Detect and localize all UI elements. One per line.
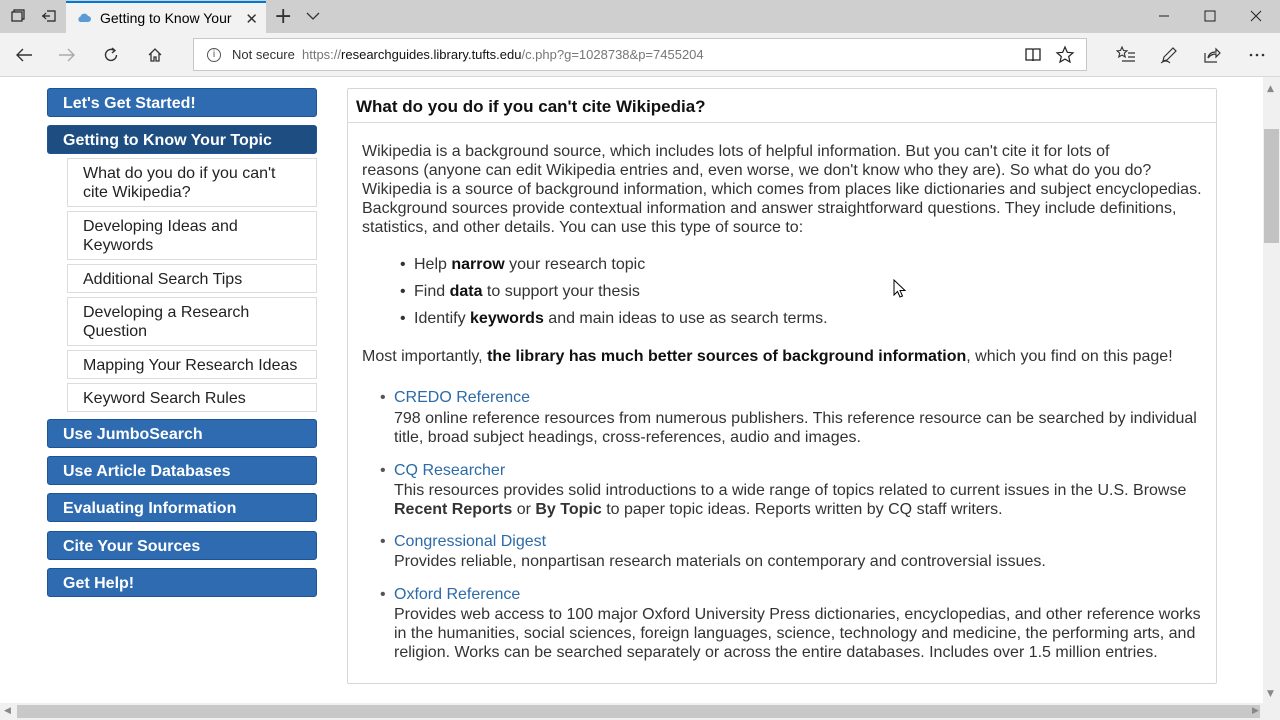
sidebar-item-getting-to-know-your-topic[interactable]: Getting to Know Your Topic <box>47 125 317 154</box>
intro-paragraph: Wikipedia is a background source, which … <box>362 143 1202 236</box>
oxford-reference-description: Provides web access to 100 major Oxford … <box>394 606 1201 661</box>
maximize-icon[interactable] <box>1187 0 1233 32</box>
back-icon[interactable] <box>12 43 36 67</box>
sidebar-item-get-help[interactable]: Get Help! <box>47 568 317 597</box>
favorite-star-icon[interactable] <box>1055 45 1075 65</box>
bullet-dot: • <box>380 389 386 406</box>
pen-icon[interactable] <box>1157 43 1181 67</box>
mouse-cursor-icon <box>893 279 907 298</box>
tab-actions-icon[interactable] <box>8 6 28 26</box>
set-tabs-aside-icon[interactable] <box>39 6 59 26</box>
sidebar-subitem-mapping-ideas[interactable]: Mapping Your Research Ideas <box>67 350 317 379</box>
scroll-right-icon[interactable]: ▶ <box>1252 706 1259 716</box>
box-title: What do you do if you can't cite Wikiped… <box>356 97 706 116</box>
security-label[interactable]: Not secure <box>232 47 295 62</box>
sidebar-item-use-jumbosearch[interactable]: Use JumboSearch <box>47 419 317 448</box>
sidebar-item-evaluating-information[interactable]: Evaluating Information <box>47 493 317 522</box>
sidebar-item-use-article-databases[interactable]: Use Article Databases <box>47 456 317 485</box>
credo-reference-description: 798 online reference resources from nume… <box>394 410 1197 446</box>
sidebar-item-lets-get-started[interactable]: Let's Get Started! <box>47 88 317 117</box>
share-icon[interactable] <box>1200 43 1224 67</box>
close-window-icon[interactable] <box>1233 0 1279 32</box>
tab-bar: Getting to Know Your To ✕ + <box>0 0 1280 33</box>
minimize-icon[interactable] <box>1141 0 1187 32</box>
sidebar-subitem-keyword-rules[interactable]: Keyword Search Rules <box>67 383 317 412</box>
reading-view-icon[interactable] <box>1023 45 1043 65</box>
important-paragraph: Most importantly, the library has much b… <box>362 348 1173 365</box>
chevron-down-icon[interactable] <box>306 8 320 26</box>
congressional-digest-link[interactable]: Congressional Digest <box>394 533 546 551</box>
sidebar-subitem-search-tips[interactable]: Additional Search Tips <box>67 264 317 293</box>
divider <box>348 122 1216 123</box>
content-box: What do you do if you can't cite Wikiped… <box>347 88 1217 684</box>
close-tab-icon[interactable]: ✕ <box>245 10 258 28</box>
bullet-dot: • <box>380 533 386 550</box>
scroll-left-icon[interactable]: ◀ <box>4 706 11 716</box>
sidebar-subitem-cant-cite-wikipedia[interactable]: What do you do if you can't cite Wikiped… <box>67 158 317 207</box>
sidebar-subitem-ideas-keywords[interactable]: Developing Ideas and Keywords <box>67 211 317 260</box>
oxford-reference-link[interactable]: Oxford Reference <box>394 586 520 604</box>
cloud-icon <box>78 13 91 22</box>
cq-researcher-link[interactable]: CQ Researcher <box>394 462 505 480</box>
tab-title: Getting to Know Your To <box>100 10 235 26</box>
list-item: Help narrow your research topic <box>414 256 646 273</box>
more-icon[interactable] <box>1245 43 1269 67</box>
bullet-dot: • <box>400 310 406 327</box>
credo-reference-link[interactable]: CREDO Reference <box>394 389 530 407</box>
url-text[interactable]: https://researchguides.library.tufts.edu… <box>302 47 704 62</box>
web-page: Let's Get Started! Getting to Know Your … <box>0 77 1263 703</box>
sidebar-item-cite-your-sources[interactable]: Cite Your Sources <box>47 531 317 560</box>
list-item: Identify keywords and main ideas to use … <box>414 310 828 327</box>
list-item: Find data to support your thesis <box>414 283 640 300</box>
horizontal-scroll-thumb[interactable] <box>17 705 1260 718</box>
bullet-dot: • <box>400 283 406 300</box>
sidebar-subitem-research-question[interactable]: Developing a Research Question <box>67 297 317 346</box>
vertical-scroll-thumb[interactable] <box>1264 129 1279 243</box>
bullet-dot: • <box>380 462 386 479</box>
bullet-dot: • <box>400 256 406 273</box>
home-icon[interactable] <box>143 43 167 67</box>
cq-researcher-description: This resources provides solid introducti… <box>394 482 1187 518</box>
navigation-bar: i Not secure https://researchguides.libr… <box>0 33 1280 77</box>
info-icon[interactable]: i <box>207 48 221 62</box>
favorites-hub-icon[interactable] <box>1114 43 1138 67</box>
scroll-up-icon[interactable]: ▲ <box>1267 84 1274 94</box>
scroll-down-icon[interactable]: ▼ <box>1267 689 1274 699</box>
forward-icon[interactable] <box>55 43 79 67</box>
congressional-digest-description: Provides reliable, nonpartisan research … <box>394 553 1046 570</box>
bullet-dot: • <box>380 586 386 603</box>
new-tab-icon[interactable]: + <box>274 4 292 29</box>
address-bar[interactable]: i Not secure https://researchguides.libr… <box>193 38 1087 71</box>
refresh-icon[interactable] <box>99 43 123 67</box>
active-tab[interactable]: Getting to Know Your To ✕ <box>66 1 266 33</box>
